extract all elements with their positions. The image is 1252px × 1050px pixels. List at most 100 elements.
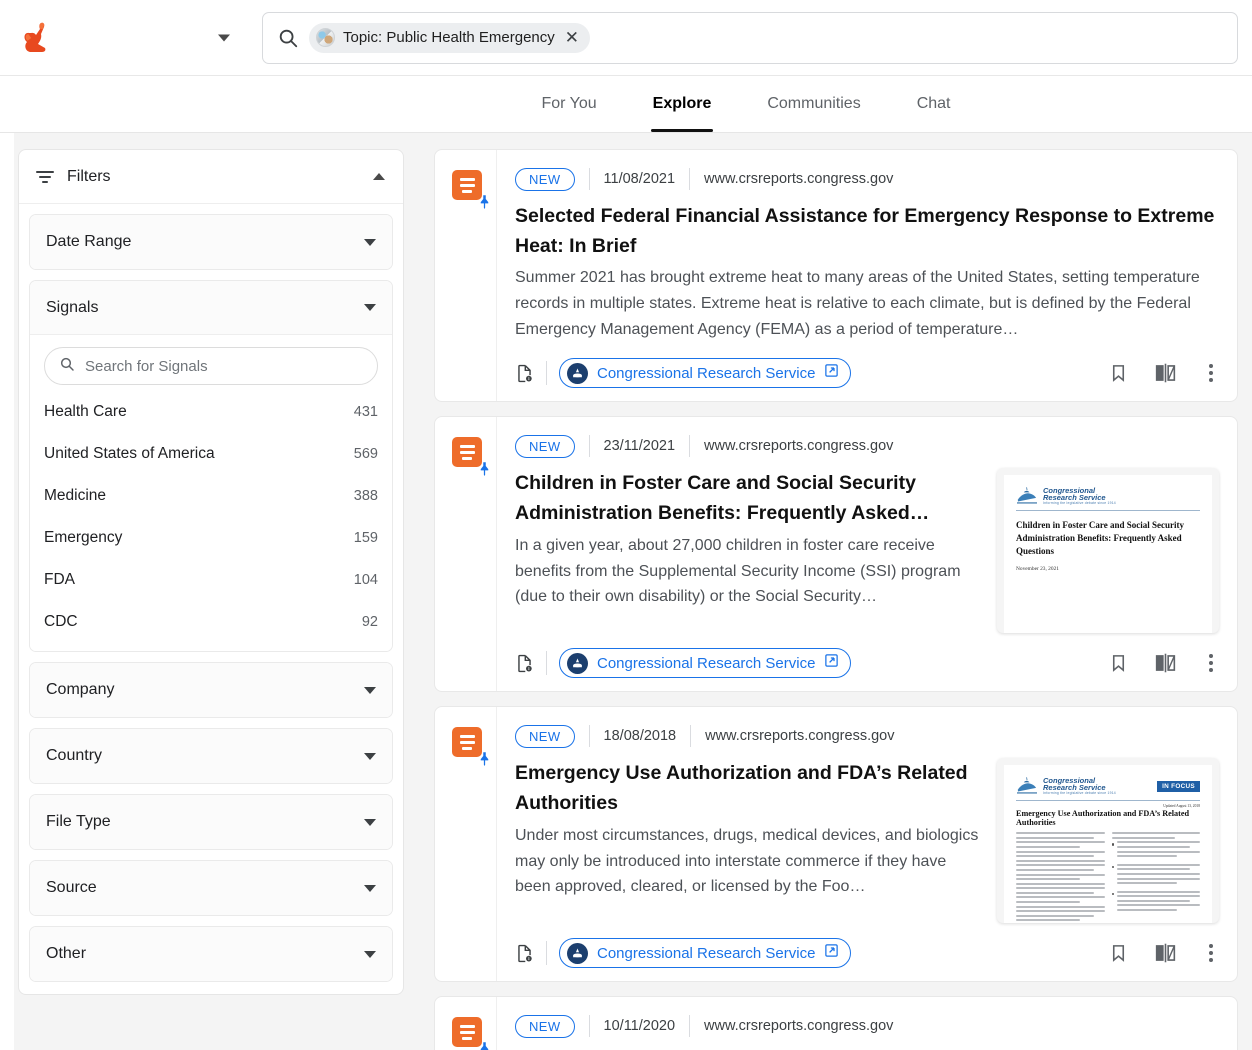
card-main: NEW 18/08/2018 www.crsreports.congress.g… — [497, 707, 1237, 981]
document-info-icon[interactable] — [515, 654, 534, 673]
filter-section-signals-header[interactable]: Signals — [30, 281, 392, 335]
document-info-icon[interactable] — [515, 944, 534, 963]
filters-panel: Filters Date Range Signals Search for Si… — [18, 149, 404, 995]
pin-icon[interactable] — [475, 1039, 493, 1050]
filter-section-signals-label: Signals — [46, 298, 99, 316]
document-thumbnail[interactable]: Congressional Research Service Informing… — [997, 468, 1219, 634]
source-link-button[interactable]: Congressional Research Service — [559, 648, 852, 679]
filter-section-country-header[interactable]: Country — [30, 729, 392, 783]
chevron-down-icon[interactable] — [364, 238, 376, 246]
card-meta: NEW 11/08/2021 www.crsreports.congress.g… — [515, 166, 1219, 192]
chevron-down-icon[interactable] — [364, 818, 376, 826]
divider — [1016, 800, 1200, 802]
search-bar[interactable]: Topic: Public Health Emergency ✕ — [262, 11, 1238, 64]
document-thumbnail[interactable]: Congressional Research Service Informing… — [997, 758, 1219, 924]
bookmark-icon[interactable] — [1109, 362, 1128, 384]
chevron-down-icon[interactable] — [364, 884, 376, 892]
chevron-down-icon[interactable] — [364, 752, 376, 760]
status-badge-new[interactable]: NEW — [515, 434, 575, 458]
compare-icon[interactable] — [1154, 362, 1177, 384]
thumbnail-column-right — [1111, 832, 1200, 923]
filter-section-company-header[interactable]: Company — [30, 663, 392, 717]
signals-search-input[interactable] — [85, 357, 363, 375]
card-title[interactable]: Children in Foster Care and Social Secur… — [515, 468, 983, 528]
signal-item[interactable]: FDA 104 — [44, 559, 378, 601]
card-row: Emergency Use Authorization and FDA’s Re… — [515, 758, 1219, 924]
compare-icon[interactable] — [1154, 942, 1177, 964]
crs-seal-icon — [567, 362, 588, 384]
filter-section-other-header[interactable]: Other — [30, 927, 392, 981]
external-link-icon — [824, 943, 839, 963]
brand-chevron-down-icon[interactable] — [218, 34, 230, 41]
tab-explore[interactable]: Explore — [625, 76, 740, 132]
card-domain: www.crsreports.congress.gov — [704, 1018, 894, 1035]
pin-icon[interactable] — [475, 459, 493, 477]
crs-wordmark: Congressional Research Service Informing… — [1043, 777, 1116, 796]
bookmark-icon[interactable] — [1109, 652, 1128, 674]
crs-tagline: Informing the legislative debate since 1… — [1043, 501, 1116, 506]
signal-name: Emergency — [44, 529, 123, 546]
card-snippet: Summer 2021 has brought extreme heat to … — [515, 269, 1200, 339]
chevron-down-icon[interactable] — [364, 304, 376, 311]
pin-icon[interactable] — [475, 192, 493, 210]
filter-section-source-header[interactable]: Source — [30, 861, 392, 915]
signal-item[interactable]: CDC 92 — [44, 601, 378, 643]
chevron-down-icon[interactable] — [364, 686, 376, 694]
result-card[interactable]: NEW 23/11/2021 www.crsreports.congress.g… — [434, 416, 1238, 693]
pin-icon[interactable] — [475, 749, 493, 767]
more-vertical-icon[interactable] — [1203, 360, 1219, 386]
crs-tagline: Informing the legislative debate since 1… — [1043, 791, 1116, 796]
filter-icon — [35, 169, 55, 185]
status-badge-new[interactable]: NEW — [515, 1014, 575, 1038]
divider — [1016, 510, 1200, 512]
card-actions: Congressional Research Service — [515, 357, 1219, 389]
signal-item[interactable]: Medicine 388 — [44, 475, 378, 517]
filter-section-date-range-header[interactable]: Date Range — [30, 215, 392, 269]
card-date: 10/11/2020 — [603, 1018, 676, 1035]
filter-section-file-type-header[interactable]: File Type — [30, 795, 392, 849]
card-date: 18/08/2018 — [603, 728, 677, 745]
signals-search-box[interactable] — [44, 347, 378, 385]
more-vertical-icon[interactable] — [1203, 940, 1219, 966]
source-link-button[interactable]: Congressional Research Service — [559, 358, 852, 389]
card-domain: www.crsreports.congress.gov — [705, 728, 895, 745]
card-title[interactable]: Selected Federal Financial Assistance fo… — [515, 201, 1219, 261]
squirrel-logo[interactable] — [20, 20, 54, 56]
tab-chat[interactable]: Chat — [889, 76, 979, 132]
signal-count: 569 — [353, 446, 378, 462]
chevron-down-icon[interactable] — [364, 950, 376, 958]
filters-header[interactable]: Filters — [19, 150, 403, 204]
search-topic-chip[interactable]: Topic: Public Health Emergency ✕ — [309, 22, 591, 53]
signal-item[interactable]: United States of America 569 — [44, 433, 378, 475]
card-domain: www.crsreports.congress.gov — [704, 438, 894, 455]
thumbnail-column-left — [1016, 832, 1105, 923]
tab-communities[interactable]: Communities — [739, 76, 888, 132]
thumbnail-page: Congressional Research Service Informing… — [1004, 765, 1212, 924]
card-rail — [435, 417, 497, 692]
status-badge-new[interactable]: NEW — [515, 724, 575, 748]
document-info-icon[interactable] — [515, 364, 534, 383]
filter-section-company-label: Company — [46, 681, 115, 698]
tab-for-you[interactable]: For You — [514, 76, 625, 132]
chip-close-icon[interactable]: ✕ — [563, 29, 581, 46]
filter-section-company: Company — [29, 662, 393, 718]
result-card[interactable]: NEW 10/11/2020 www.crsreports.congress.g… — [434, 996, 1238, 1050]
brand-zone — [0, 0, 262, 75]
result-card[interactable]: NEW 11/08/2021 www.crsreports.congress.g… — [434, 149, 1238, 403]
page-body: Filters Date Range Signals Search for Si… — [0, 133, 1252, 1050]
result-card[interactable]: NEW 18/08/2018 www.crsreports.congress.g… — [434, 706, 1238, 983]
signal-item[interactable]: Health Care 431 — [44, 391, 378, 433]
source-label: Congressional Research Service — [597, 944, 816, 962]
more-vertical-icon[interactable] — [1203, 650, 1219, 676]
card-text: Selected Federal Financial Assistance fo… — [515, 201, 1219, 343]
compare-icon[interactable] — [1154, 652, 1177, 674]
source-link-button[interactable]: Congressional Research Service — [559, 938, 852, 969]
card-rail — [435, 150, 497, 402]
signal-item[interactable]: Emergency 159 — [44, 517, 378, 559]
signal-name: United States of America — [44, 445, 215, 462]
card-title[interactable]: Emergency Use Authorization and FDA’s Re… — [515, 758, 983, 818]
status-badge-new[interactable]: NEW — [515, 167, 575, 191]
filters-chevron-up-icon[interactable] — [373, 173, 385, 180]
search-chip-label: Topic: Public Health Emergency — [343, 29, 555, 46]
bookmark-icon[interactable] — [1109, 942, 1128, 964]
